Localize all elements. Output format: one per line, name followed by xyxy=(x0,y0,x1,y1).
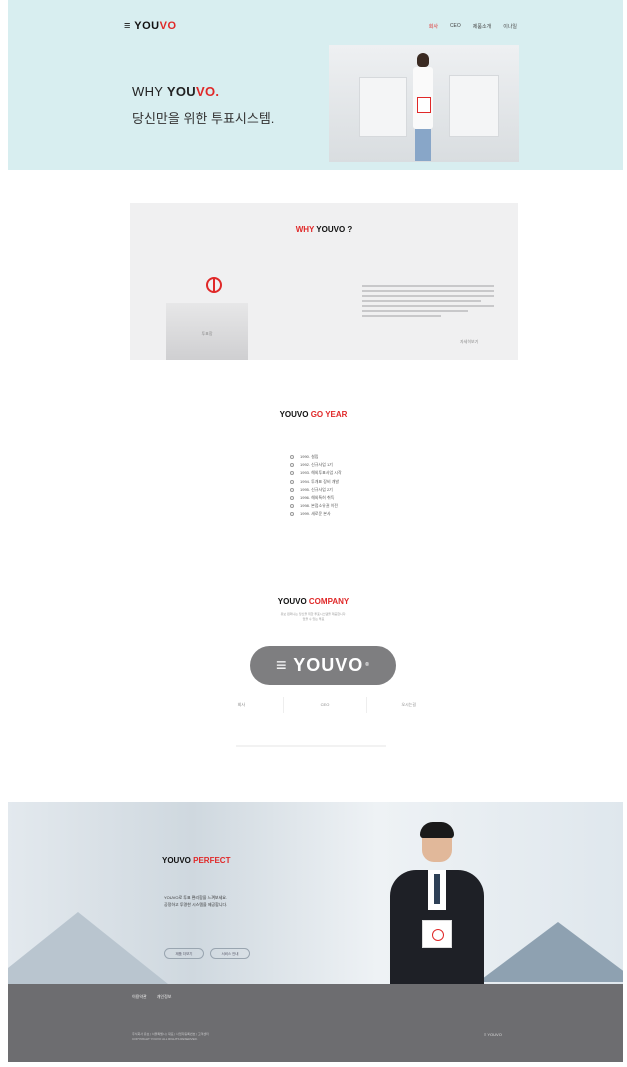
timeline-item: 1999. 새로운 본사 xyxy=(290,510,342,518)
logo-icon: ≡ xyxy=(124,20,131,32)
main-nav: 회사 CEO 제품소개 이나일 xyxy=(429,23,517,30)
timeline-dot-icon xyxy=(290,479,294,484)
company-logo-text: YOUVO xyxy=(293,655,364,675)
company-title-accent: COMPANY xyxy=(308,597,350,606)
ballot-icon: ≡ xyxy=(276,655,288,675)
perfect-buttons: 제품 더보기 서비스 안내 xyxy=(164,948,250,959)
registered-mark: ® xyxy=(365,662,370,668)
why-section: WHY YOUVO ? 투표함 자세히보기 xyxy=(130,203,518,360)
logo-accent: VO xyxy=(159,20,177,32)
hero-section xyxy=(8,0,623,170)
timeline-text: 1994. 투개표 장비 개발 xyxy=(300,478,340,484)
footer-link-terms[interactable]: 이용약관 xyxy=(132,994,147,1000)
why-more-link[interactable]: 자세히보기 xyxy=(460,339,478,345)
site-logo[interactable]: ≡ YOUVO xyxy=(124,20,177,32)
ballot-mark-icon xyxy=(206,277,222,293)
nav-item-company[interactable]: 회사 xyxy=(429,23,438,30)
service-info-button[interactable]: 서비스 안내 xyxy=(210,948,250,959)
woman-figure xyxy=(409,53,437,161)
why-title-accent: WHY xyxy=(295,225,315,234)
man-figure xyxy=(382,822,492,984)
perfect-title: YOUVO PERFECT xyxy=(162,856,230,865)
timeline-text: 1998. 본점소유권 이전 xyxy=(300,503,338,509)
timeline-dot-icon xyxy=(290,487,294,492)
footer-info-line: COPYRIGHT YOUVO ALL RIGHTS RESERVED. xyxy=(132,1037,198,1041)
why-description xyxy=(362,285,494,320)
ballot-machine-right xyxy=(449,75,499,137)
timeline-item: 1998. 본점소유권 이전 xyxy=(290,502,342,510)
tab-ceo[interactable]: CEO xyxy=(284,697,368,713)
logo-main: YOU xyxy=(134,20,160,32)
perfect-description: YOUVO로 투표 편리함을 느껴보세요. 공정하고 투명한 시스템을 제공합니… xyxy=(164,894,227,908)
perfect-title-accent: PERFECT xyxy=(193,856,231,865)
hero-title: WHY YOUVO. xyxy=(132,84,219,99)
hero-title-prefix: WHY xyxy=(132,84,167,99)
footer xyxy=(8,984,623,1062)
timeline-item: 1995. 신규사업 2기 xyxy=(290,486,342,494)
why-title: WHY YOUVO ? xyxy=(130,225,518,234)
company-desc-line: 믿을 수 있는 투표 xyxy=(302,617,325,621)
perfect-desc-line: 공정하고 투명한 시스템을 제공합니다. xyxy=(164,902,228,907)
footer-link-privacy[interactable]: 개인정보 xyxy=(157,994,172,1000)
divider xyxy=(236,745,386,747)
hero-title-accent: VO. xyxy=(195,84,220,99)
mountain-right xyxy=(478,922,623,982)
why-title-main: YOUVO ? xyxy=(314,225,353,234)
ballot-box-label: 투표함 xyxy=(201,331,213,336)
timeline-dot-icon xyxy=(290,512,294,517)
nav-item-ceo[interactable]: CEO xyxy=(450,23,461,30)
hero-title-bold: YOU xyxy=(166,84,196,99)
footer-links: 이용약관 개인정보 xyxy=(132,994,171,1000)
company-logo-pill: ≡ YOUVO ® xyxy=(250,646,396,685)
perfect-desc-line: YOUVO로 투표 편리함을 느껴보세요. xyxy=(164,895,228,900)
company-title-main: YOUVO xyxy=(277,597,309,606)
timeline-dot-icon xyxy=(290,496,294,501)
timeline-text: 1993. 해외투표사업 시작 xyxy=(300,470,342,476)
year-title-main: YOUVO xyxy=(279,410,311,419)
more-products-button[interactable]: 제품 더보기 xyxy=(164,948,204,959)
ballot-machine-left xyxy=(359,77,407,137)
timeline-text: 1992. 신규사업 1기 xyxy=(300,462,333,468)
company-description: 유보 컴퍼니는 당신을 위한 투표시스템을 제공합니다. 믿을 수 있는 투표 xyxy=(0,612,627,622)
perfect-banner xyxy=(8,802,623,984)
timeline-text: 1996. 해외특허 취득 xyxy=(300,495,335,501)
history-timeline: 1990. 설립 1992. 신규사업 1기 1993. 해외투표사업 시작 1… xyxy=(290,453,342,519)
company-tabs: 회사 CEO 오시는길 xyxy=(200,697,450,713)
timeline-dot-icon xyxy=(290,471,294,476)
timeline-item: 1993. 해외투표사업 시작 xyxy=(290,469,342,477)
ballot-card xyxy=(422,920,452,948)
timeline-dot-icon xyxy=(290,455,294,460)
nav-item-contact[interactable]: 이나일 xyxy=(503,23,517,30)
year-title-accent: GO YEAR xyxy=(310,410,348,419)
footer-info: 주식회사 유보 | 서울특별시 | 대표 | 사업자등록번호 | 고객센터 CO… xyxy=(132,1032,209,1042)
tab-location[interactable]: 오시는길 xyxy=(367,697,450,713)
year-title: YOUVO GO YEAR xyxy=(0,410,627,419)
hero-image xyxy=(329,45,519,162)
ballot-box-image: 투표함 xyxy=(166,303,248,360)
company-title: YOUVO COMPANY xyxy=(0,597,627,606)
nav-item-products[interactable]: 제품소개 xyxy=(473,23,491,30)
timeline-item: 1994. 투개표 장비 개발 xyxy=(290,478,342,486)
timeline-dot-icon xyxy=(290,504,294,509)
timeline-item: 1990. 설립 xyxy=(290,453,342,461)
footer-logo[interactable]: ≡ YOUVO xyxy=(484,1032,502,1037)
timeline-dot-icon xyxy=(290,463,294,468)
mountain-left xyxy=(8,912,168,984)
tab-company[interactable]: 회사 xyxy=(200,697,284,713)
timeline-text: 1995. 신규사업 2기 xyxy=(300,486,333,492)
timeline-item: 1996. 해외특허 취득 xyxy=(290,494,342,502)
perfect-title-main: YOUVO xyxy=(162,856,194,865)
timeline-text: 1999. 새로운 본사 xyxy=(300,511,331,517)
timeline-item: 1992. 신규사업 1기 xyxy=(290,461,342,469)
timeline-text: 1990. 설립 xyxy=(300,454,319,460)
hero-subtitle: 당신만을 위한 투표시스템. xyxy=(132,111,275,126)
